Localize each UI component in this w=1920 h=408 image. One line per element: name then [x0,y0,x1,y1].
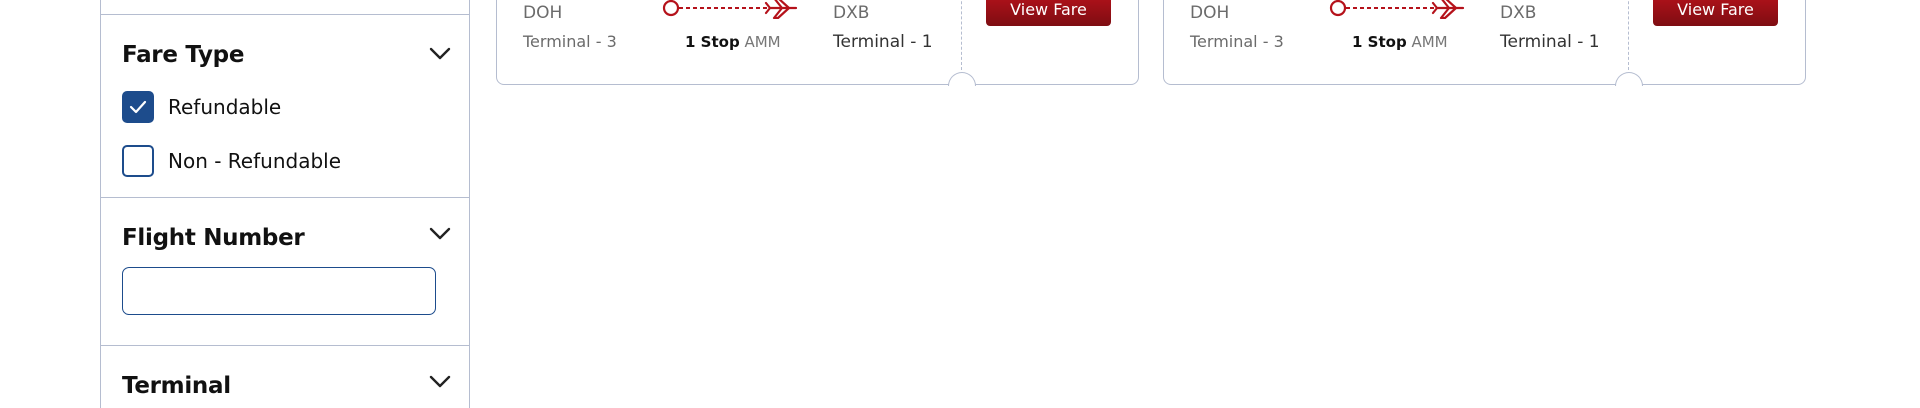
view-fare-button[interactable]: View Fare [1653,0,1778,26]
non-refundable-label: Non - Refundable [168,149,342,173]
dest-terminal: Terminal - 1 [1500,32,1600,52]
divider [101,345,469,346]
divider [101,197,469,198]
card-notch [948,72,976,86]
flight-card: DOH Terminal - 3 1 Stop AMM DXB Terminal… [496,0,1139,86]
via-airport: AMM [744,33,781,51]
origin-terminal: Terminal - 3 [523,32,617,51]
flight-number-chevron-icon[interactable] [429,227,451,241]
card-separator [961,0,962,70]
card-separator [1628,0,1629,70]
non-refundable-option[interactable]: Non - Refundable [122,145,341,177]
origin-terminal: Terminal - 3 [1190,32,1284,51]
flight-card: DOH Terminal - 3 1 Stop AMM DXB Terminal… [1163,0,1806,86]
fare-type-title: Fare Type [122,42,245,68]
divider [101,14,469,15]
refundable-label: Refundable [168,95,282,119]
stops-info: 1 Stop AMM [1352,33,1448,51]
check-icon [129,100,147,114]
filter-sidebar: Fare Type Refundable Non - Refundable Fl… [100,0,470,408]
dest-terminal: Terminal - 1 [833,32,933,52]
terminal-chevron-icon[interactable] [429,375,451,389]
origin-code: DOH [523,3,563,23]
via-airport: AMM [1411,33,1448,51]
terminal-title: Terminal [122,373,231,399]
refundable-checkbox[interactable] [122,91,154,123]
origin-code: DOH [1190,3,1230,23]
fare-type-chevron-icon[interactable] [429,47,451,61]
view-fare-button[interactable]: View Fare [986,0,1111,26]
non-refundable-checkbox[interactable] [122,145,154,177]
refundable-option[interactable]: Refundable [122,91,281,123]
dest-code: DXB [833,3,870,23]
stops-count: 1 Stop [685,33,740,51]
stops-info: 1 Stop AMM [685,33,781,51]
dest-code: DXB [1500,3,1537,23]
flight-number-title: Flight Number [122,225,305,251]
stops-count: 1 Stop [1352,33,1407,51]
flight-number-input[interactable] [122,267,436,315]
route-plane-icon [1329,0,1465,19]
route-plane-icon [662,0,798,19]
card-notch [1615,72,1643,86]
